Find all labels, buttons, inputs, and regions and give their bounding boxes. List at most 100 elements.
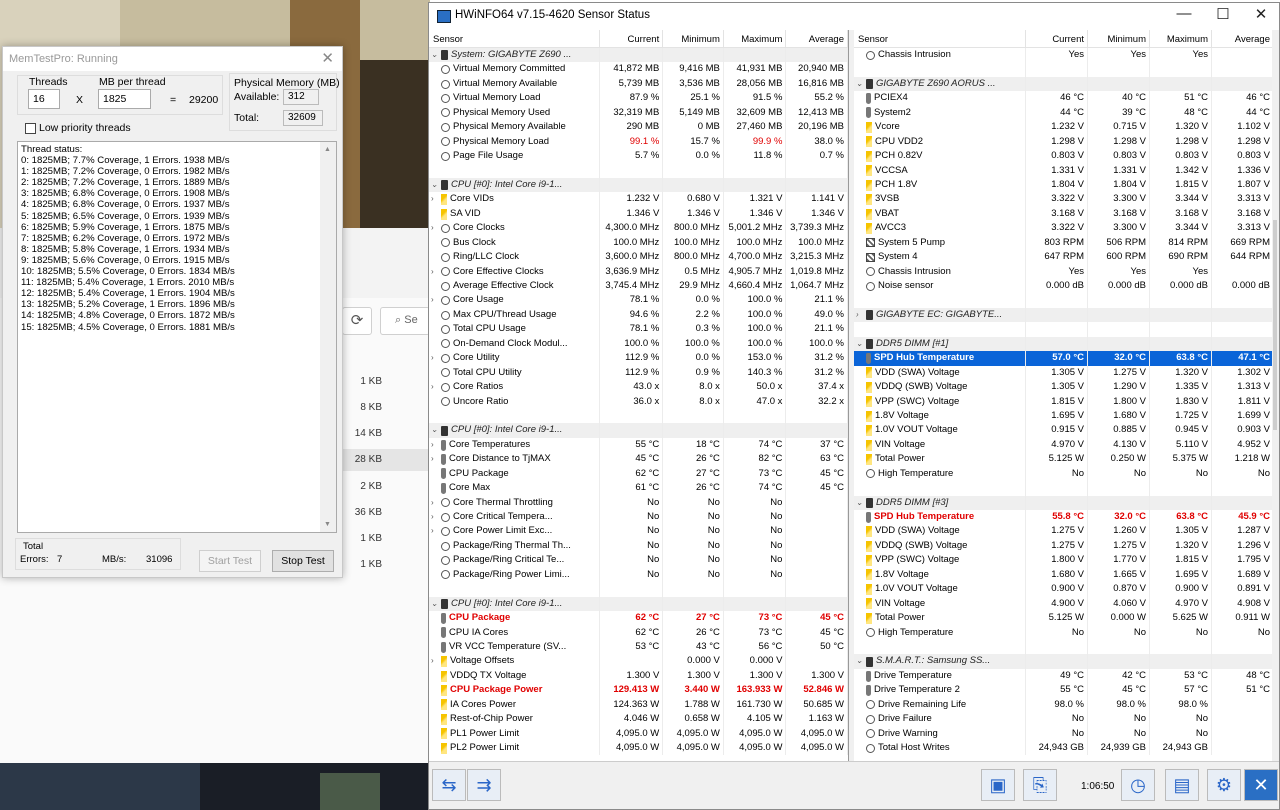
sensor-row[interactable]: Drive Remaining Life 98.0 % 98.0 % 98.0 % xyxy=(854,697,1278,713)
column-header-maximum[interactable]: Maximum xyxy=(724,30,787,47)
sensor-row[interactable]: Total Host Writes 24,943 GB 24,939 GB 24,94… xyxy=(854,741,1278,756)
sensor-row[interactable]: Drive Temperature 2 55 °C 45 °C 57 °C 51 °C xyxy=(854,683,1278,698)
collapse-icon[interactable]: › xyxy=(431,265,441,279)
threads-input[interactable]: 16 xyxy=(28,89,60,109)
sensor-row[interactable]: VIN Voltage 4.970 V 4.130 V 5.110 V 4.952 V xyxy=(854,437,1278,453)
sensor-row[interactable]: VDDQ TX Voltage 1.300 V 1.300 V 1.300 V 1.30… xyxy=(429,668,848,684)
sensor-row[interactable]: Core Max 61 °C 26 °C 74 °C 45 °C xyxy=(429,481,848,496)
sensor-row[interactable]: VIN Voltage 4.900 V 4.060 V 4.970 V 4.908 V xyxy=(854,596,1278,612)
close-sensors-button[interactable]: ✕ xyxy=(1244,769,1278,801)
column-header-minimum[interactable]: Minimum xyxy=(663,30,724,47)
sensor-row[interactable]: 1.8V Voltage 1.695 V 1.680 V 1.725 V 1.699 V xyxy=(854,408,1278,424)
sensor-row[interactable]: SA VID 1.346 V 1.346 V 1.346 V 1.346 V xyxy=(429,206,848,222)
expand-icon[interactable]: ⌄ xyxy=(856,337,866,351)
sensor-row[interactable]: SPD Hub Temperature 57.0 °C 32.0 °C 63.8 °C… xyxy=(854,351,1278,366)
close-icon[interactable]: ✕ xyxy=(1241,5,1280,23)
sensor-row[interactable]: Package/Ring Thermal Th... No No No xyxy=(429,538,848,554)
sensor-row[interactable]: › Core Critical Tempera... No No No xyxy=(429,510,848,525)
sensor-row[interactable]: High Temperature No No No No xyxy=(854,625,1278,640)
column-header-maximum[interactable]: Maximum xyxy=(1150,30,1212,47)
sensor-row[interactable]: › Core Power Limit Exc... No No No xyxy=(429,524,848,539)
sensor-group-header[interactable]: ⌄ System: GIGABYTE Z690 ... xyxy=(429,48,848,63)
sensor-row[interactable]: SPD Hub Temperature 55.8 °C 32.0 °C 63.8 °C… xyxy=(854,510,1278,525)
sensor-row[interactable]: Virtual Memory Available 5,739 MB 3,536 MB… xyxy=(429,76,848,92)
sensor-row[interactable]: Physical Memory Load 99.1 % 15.7 % 99.9 % 38… xyxy=(429,134,848,150)
sensor-row[interactable]: 1.8V Voltage 1.680 V 1.665 V 1.695 V 1.689 V xyxy=(854,567,1278,583)
close-icon[interactable]: ✕ xyxy=(321,49,334,67)
sensor-row[interactable]: CPU Package 62 °C 27 °C 73 °C 45 °C xyxy=(429,466,848,482)
sensor-row[interactable]: System 5 Pump 803 RPM 506 RPM 814 RPM 669 RP… xyxy=(854,235,1278,251)
start-test-button[interactable]: Start Test xyxy=(199,550,261,572)
sensor-row[interactable]: Package/Ring Power Limi... No No No xyxy=(429,567,848,583)
mb-per-thread-input[interactable]: 1825 xyxy=(98,89,151,109)
expand-icon[interactable]: ⌄ xyxy=(431,597,441,611)
sensor-group-header[interactable]: ⌄ S.M.A.R.T.: Samsung SS... xyxy=(854,654,1278,669)
sensor-row[interactable]: › Voltage Offsets 0.000 V 0.000 V xyxy=(429,654,848,669)
sensor-row[interactable]: Rest-of-Chip Power 4.046 W 0.658 W 4.105 W1… xyxy=(429,712,848,727)
sensor-row[interactable]: PCH 0.82V 0.803 V 0.803 V 0.803 V 0.803 V xyxy=(854,149,1278,164)
sensor-row[interactable]: Physical Memory Available 290 MB 0 MB 27,46… xyxy=(429,120,848,135)
sensor-row[interactable]: CPU IA Cores 62 °C 26 °C 73 °C 45 °C xyxy=(429,625,848,640)
collapse-icon[interactable]: › xyxy=(431,438,441,452)
sensor-row[interactable]: CPU VDD2 1.298 V 1.298 V 1.298 V 1.298 V xyxy=(854,134,1278,150)
sensor-row[interactable]: VR VCC Temperature (SV... 53 °C 43 °C 56 °C… xyxy=(429,639,848,655)
sensor-row[interactable]: › Core Thermal Throttling No No No xyxy=(429,495,848,510)
gear-icon[interactable]: ⚙ xyxy=(1207,769,1241,801)
sensor-group-header[interactable]: ⌄ GIGABYTE Z690 AORUS ... xyxy=(854,76,1278,92)
sensor-row[interactable]: VDDQ (SWB) Voltage 1.275 V 1.275 V 1.320 V1… xyxy=(854,538,1278,554)
sensor-row[interactable]: Ring/LLC Clock 3,600.0 MHz 800.0 MHz 4,700.… xyxy=(429,250,848,265)
collapse-icon[interactable]: › xyxy=(431,293,441,307)
sensor-row[interactable]: › Core Ratios 43.0 x 8.0 x 50.0 x 37.4 x xyxy=(429,380,848,395)
sensor-row[interactable]: CPU Package 62 °C 27 °C 73 °C 45 °C xyxy=(429,611,848,626)
sensor-row[interactable]: VDD (SWA) Voltage 1.275 V 1.260 V 1.305 V 1.… xyxy=(854,524,1278,539)
sensor-row[interactable]: PL2 Power Limit 4,095.0 W 4,095.0 W 4,095.0… xyxy=(429,741,848,756)
collapse-icon[interactable]: › xyxy=(431,221,441,235)
column-header-sensor[interactable]: Sensor xyxy=(854,30,1026,47)
refresh-button[interactable]: ⟳ xyxy=(342,307,372,335)
sensor-row[interactable]: VBAT 3.168 V 3.168 V 3.168 V 3.168 V xyxy=(854,206,1278,222)
sensor-row[interactable]: Physical Memory Used 32,319 MB 5,149 MB 32,… xyxy=(429,105,848,121)
column-header-minimum[interactable]: Minimum xyxy=(1088,30,1150,47)
sensor-row[interactable]: Drive Temperature 49 °C 42 °C 53 °C 48 °C xyxy=(854,668,1278,684)
sensor-row[interactable]: Virtual Memory Load 87.9 % 25.1 % 91.5 % 55.… xyxy=(429,91,848,106)
sensor-row[interactable]: 1.0V VOUT Voltage 0.915 V 0.885 V 0.945 V 0.… xyxy=(854,423,1278,438)
sensor-row[interactable]: › Core Distance to TjMAX 45 °C 26 °C 82 °C 63… xyxy=(429,452,848,467)
sensor-row[interactable]: › Core Usage 78.1 % 0.0 % 100.0 % 21.1 % xyxy=(429,293,848,308)
sensor-row[interactable]: Drive Failure No No No xyxy=(854,712,1278,727)
sensor-row[interactable]: On-Demand Clock Modul... 100.0 % 100.0 % 10… xyxy=(429,336,848,352)
scroll-down-icon[interactable]: ▼ xyxy=(324,519,331,530)
collapse-icon[interactable]: › xyxy=(431,524,441,538)
scroll-up-icon[interactable]: ▲ xyxy=(324,144,331,155)
sensor-group-header[interactable]: ⌄ DDR5 DIMM [#3] xyxy=(854,495,1278,510)
sensor-row[interactable]: Chassis Intrusion Yes Yes Yes xyxy=(854,48,1278,63)
sensor-row[interactable]: PCIEX4 46 °C 40 °C 51 °C 46 °C xyxy=(854,91,1278,106)
sensor-group-header[interactable]: ⌄ DDR5 DIMM [#1] xyxy=(854,336,1278,352)
expand-icon[interactable]: ⌄ xyxy=(856,654,866,668)
sensor-row[interactable]: High Temperature No No No No xyxy=(854,466,1278,482)
collapse-icon[interactable]: › xyxy=(431,380,441,394)
sensor-row[interactable]: 3VSB 3.322 V 3.300 V 3.344 V 3.313 V xyxy=(854,192,1278,207)
column-header-current[interactable]: Current xyxy=(600,30,664,47)
sensor-row[interactable]: System2 44 °C 39 °C 48 °C 44 °C xyxy=(854,105,1278,121)
search-input[interactable]: ⌕ Se xyxy=(380,307,430,335)
clock-icon[interactable]: ◷ xyxy=(1121,769,1155,801)
sensor-row[interactable]: › Core Clocks 4,300.0 MHz 800.0 MHz 5,001.2 … xyxy=(429,221,848,236)
sensor-row[interactable]: PL1 Power Limit 4,095.0 W 4,095.0 W 4,095.0… xyxy=(429,726,848,741)
sensor-row[interactable]: VDDQ (SWB) Voltage 1.305 V 1.290 V 1.335 V1… xyxy=(854,380,1278,395)
sensor-row[interactable]: Package/Ring Critical Te... No No No xyxy=(429,553,848,568)
collapse-icon[interactable]: › xyxy=(431,654,441,668)
right-scrollbar[interactable] xyxy=(1272,30,1278,761)
sensor-row[interactable]: › Core Effective Clocks 3,636.9 MHz 0.5 MHz… xyxy=(429,264,848,279)
log-file-icon[interactable]: ▤ xyxy=(1165,769,1199,801)
sensor-row[interactable]: Total CPU Usage 78.1 % 0.3 % 100.0 % 21.1 % xyxy=(429,322,848,337)
sensor-row[interactable]: › Core Temperatures 55 °C 18 °C 74 °C 37 °C xyxy=(429,437,848,453)
sensor-row[interactable]: Noise sensor 0.000 dB 0.000 dB 0.000 dB 0.00… xyxy=(854,279,1278,294)
column-header-sensor[interactable]: Sensor xyxy=(429,30,600,47)
expand-arrows-button[interactable]: ⇉ xyxy=(467,769,501,801)
sensor-row[interactable]: › Core VIDs 1.232 V 0.680 V 1.321 V 1.141 V xyxy=(429,192,848,207)
sensor-row[interactable]: System 4 647 RPM 600 RPM 690 RPM 644 RPM xyxy=(854,250,1278,265)
sensor-row[interactable]: Chassis Intrusion Yes Yes Yes xyxy=(854,264,1278,279)
sensor-row[interactable]: VDD (SWA) Voltage 1.305 V 1.275 V 1.320 V 1.… xyxy=(854,365,1278,381)
sensor-row[interactable]: VPP (SWC) Voltage 1.815 V 1.800 V 1.830 V 1.… xyxy=(854,394,1278,409)
network-icon[interactable]: ▣ xyxy=(981,769,1015,801)
